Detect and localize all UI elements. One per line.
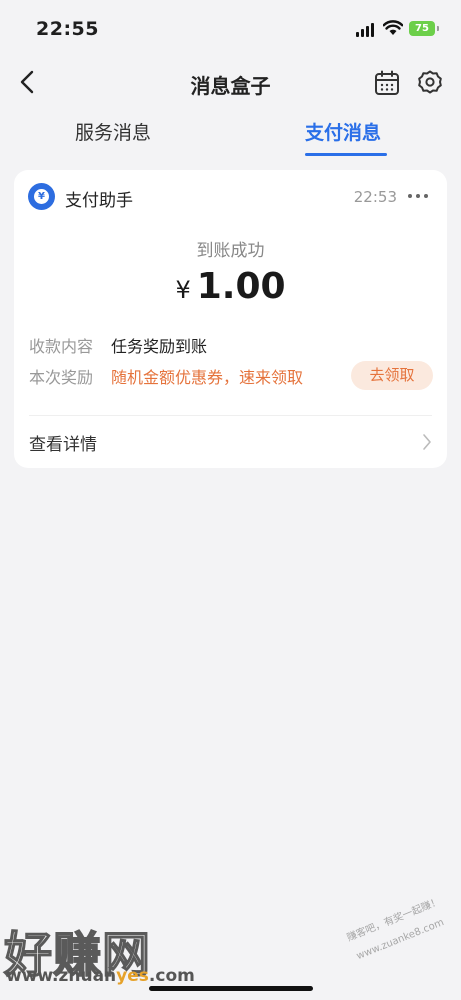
reward-value: 随机金额优惠券，速来领取 <box>111 368 304 387</box>
more-options-icon[interactable] <box>407 186 431 204</box>
wifi-icon <box>383 20 403 35</box>
view-details-link[interactable]: 查看详情 <box>29 430 97 455</box>
nav-bar: 消息盒子 <box>0 58 461 108</box>
status-bar: 22:55 75 <box>0 0 461 58</box>
message-time: 22:53 <box>353 188 397 206</box>
amount-value: 1.00 <box>196 266 286 307</box>
tab-payment-messages[interactable]: 支付消息 <box>305 118 381 145</box>
detail-label: 收款内容 <box>29 337 94 356</box>
payment-message-card[interactable]: ¥ 支付助手 22:53 到账成功 ¥1.00 收款内容 任务奖励到账 本次奖励… <box>14 170 447 468</box>
message-tabs: 服务消息 支付消息 <box>0 110 461 160</box>
divider <box>29 415 432 416</box>
watermark-url: www.zhuanyes.com <box>6 966 195 986</box>
active-tab-indicator <box>305 153 387 156</box>
claim-button[interactable]: 去领取 <box>351 361 433 390</box>
watermark-url-highlight: yes <box>116 966 149 986</box>
tab-service-messages[interactable]: 服务消息 <box>75 118 151 145</box>
status-time: 22:55 <box>36 18 99 40</box>
payment-assistant-icon: ¥ <box>28 183 55 210</box>
watermark-url-prefix: www.zhuan <box>6 966 117 986</box>
home-indicator <box>149 986 313 991</box>
sender-name: 支付助手 <box>65 191 133 211</box>
detail-label: 本次奖励 <box>29 368 94 387</box>
detail-row-content: 收款内容 任务奖励到账 <box>29 333 207 357</box>
cellular-signal-icon <box>356 23 378 37</box>
payment-amount: ¥1.00 <box>14 266 447 307</box>
chevron-right-icon <box>423 434 431 450</box>
battery-icon: 75 <box>409 21 439 36</box>
watermark-url-suffix: .com <box>148 966 195 986</box>
gear-icon[interactable] <box>417 69 443 95</box>
detail-value: 任务奖励到账 <box>111 337 208 356</box>
currency-symbol: ¥ <box>175 276 191 304</box>
payment-status: 到账成功 <box>196 241 265 261</box>
calendar-icon[interactable] <box>374 70 400 96</box>
detail-row-reward: 本次奖励 随机金额优惠券，速来领取 <box>29 364 303 388</box>
